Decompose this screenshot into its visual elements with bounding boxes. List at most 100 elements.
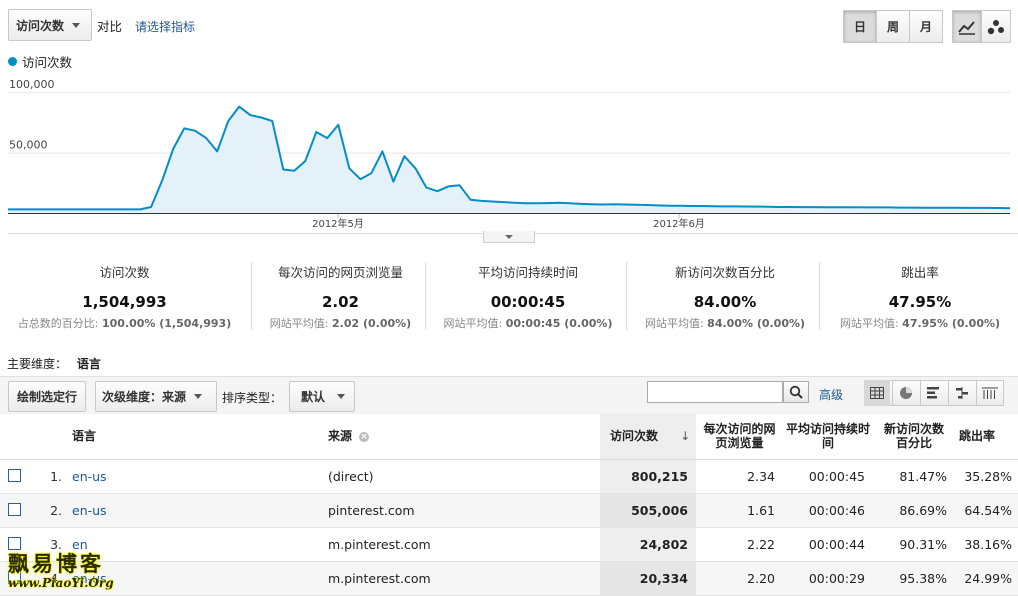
visits-area-chart: 100,000 50,000 2012年5月 2012年6月	[8, 78, 1018, 234]
plot-rows-label: 绘制选定行	[16, 390, 77, 404]
row-source: pinterest.com	[326, 493, 600, 528]
bar-chart-icon	[926, 387, 939, 399]
row-bounce-rate: 64.54%	[955, 493, 1018, 528]
metric-sub-prefix: 网站平均值:	[839, 317, 899, 330]
x-tick-label: 2012年6月	[653, 217, 705, 230]
metric-2: 平均访问持续时间 00:00:45 网站平均值: 00:00:45 (0.00%)	[428, 258, 628, 334]
metric-sub-value: 100.00% (1,504,993)	[101, 317, 232, 330]
row-avg-duration: 00:00:45	[783, 459, 873, 494]
compare-view-button[interactable]	[948, 380, 974, 406]
row-source: m.pinterest.com	[326, 527, 600, 562]
pie-chart-icon	[899, 387, 912, 399]
header-source-label: 来源	[328, 429, 353, 443]
row-avg-duration: 00:00:44	[783, 527, 873, 562]
row-language-link[interactable]: en-us	[72, 469, 107, 484]
row-new-visits: 90.31%	[873, 527, 955, 562]
header-pages-per-visit[interactable]: 每次访问的网页浏览量	[696, 413, 783, 460]
remove-dimension-icon[interactable]: ×	[359, 431, 370, 442]
metric-divider	[819, 262, 820, 330]
pivot-view-button[interactable]	[976, 380, 1002, 406]
chevron-down-icon	[505, 234, 513, 239]
pie-view-button[interactable]	[892, 380, 918, 406]
header-visits-label: 访问次数	[610, 429, 659, 443]
search-button[interactable]	[783, 381, 809, 403]
advanced-filter-link[interactable]: 高级	[819, 386, 843, 403]
metric-divider	[425, 262, 426, 330]
metric-divider	[251, 262, 252, 330]
metric-sub-value: 2.02 (0.00%)	[332, 317, 412, 330]
table-row: 2. en-us pinterest.com 505,006 1.61 00:00:46 8…	[0, 493, 1018, 528]
table-row: 3. en m.pinterest.com 24,802 2.22 00:00:44 90.…	[0, 527, 1018, 562]
metric-0: 访问次数 1,504,993 占总数的百分比: 100.00% (1,504,993…	[0, 258, 249, 334]
y-tick-label: 100,000	[9, 78, 55, 91]
row-checkbox[interactable]	[8, 502, 21, 516]
y-tick-label: 50,000	[9, 139, 48, 152]
sort-type-value: 默认	[301, 390, 326, 404]
row-pages-per-visit: 2.34	[696, 459, 783, 494]
primary-dimension: 主要维度： 语言	[7, 355, 101, 372]
header-language[interactable]: 语言	[70, 413, 326, 460]
plot-rows-button[interactable]: 绘制选定行	[8, 381, 86, 412]
data-table: 语言 来源 × 访问次数 ↓ 每次访问的网页浏览量 平均访问持续时间 新访问次数…	[0, 413, 1018, 596]
chevron-down-icon	[337, 394, 346, 399]
table-search-input[interactable]	[647, 381, 783, 403]
header-visits[interactable]: 访问次数 ↓	[600, 413, 696, 460]
table-header-row: 语言 来源 × 访问次数 ↓ 每次访问的网页浏览量 平均访问持续时间 新访问次数…	[0, 413, 1018, 460]
metric-sub: 网站平均值: 00:00:45 (0.00%)	[428, 315, 628, 331]
metric-value: 1,504,993	[82, 293, 167, 311]
row-source: m.pinterest.com	[326, 561, 600, 596]
row-bounce-rate: 38.16%	[955, 527, 1018, 562]
row-new-visits: 86.69%	[873, 493, 955, 528]
table-view-button[interactable]	[864, 380, 890, 406]
watermark-url: www.PiaoYi.Org	[8, 576, 114, 590]
metric-sub-prefix: 网站平均值:	[443, 317, 503, 330]
header-bounce-rate[interactable]: 跳出率	[955, 413, 1018, 460]
row-index: 1.	[30, 459, 70, 494]
metric-sub: 网站平均值: 2.02 (0.00%)	[254, 315, 427, 331]
metric-label: 访问次数	[99, 265, 150, 280]
header-new-visits[interactable]: 新访问次数百分比	[873, 413, 955, 460]
search-icon	[789, 385, 803, 399]
row-index: 2.	[30, 493, 70, 528]
header-avg-duration[interactable]: 平均访问持续时间	[783, 413, 873, 460]
secondary-dimension-select[interactable]: 次级维度：来源	[95, 381, 217, 412]
metric-sub: 占总数的百分比: 100.00% (1,504,993)	[0, 315, 249, 331]
metric-value: 47.95%	[888, 293, 952, 311]
sort-desc-arrow-icon: ↓	[680, 429, 691, 443]
metric-label: 跳出率	[901, 265, 939, 280]
metric-sub-value: 84.00% (0.00%)	[707, 317, 806, 330]
metric-label: 平均访问持续时间	[477, 265, 578, 280]
metric-sub: 网站平均值: 47.95% (0.00%)	[822, 315, 1018, 331]
chevron-down-icon	[194, 394, 203, 399]
metric-sub-value: 47.95% (0.00%)	[902, 317, 1001, 330]
metric-sub-value: 00:00:45 (0.00%)	[505, 317, 613, 330]
sort-type-select[interactable]: 默认	[289, 381, 355, 412]
metric-3: 新访问次数百分比 84.00% 网站平均值: 84.00% (0.00%)	[629, 258, 821, 334]
row-pages-per-visit: 2.22	[696, 527, 783, 562]
header-source[interactable]: 来源 ×	[326, 413, 600, 460]
row-visits: 505,006	[600, 493, 696, 528]
pivot-table-icon	[981, 387, 998, 399]
primary-dimension-label: 主要维度：	[7, 357, 68, 371]
chart-collapse-handle[interactable]	[483, 231, 535, 243]
row-pages-per-visit: 1.61	[696, 493, 783, 528]
metric-1: 每次访问的网页浏览量 2.02 网站平均值: 2.02 (0.00%)	[254, 258, 427, 334]
primary-dimension-value: 语言	[76, 357, 101, 371]
row-bounce-rate: 24.99%	[955, 561, 1018, 596]
metric-sub: 网站平均值: 84.00% (0.00%)	[629, 315, 821, 331]
row-new-visits: 81.47%	[873, 459, 955, 494]
watermark: 飘易博客 www.PiaoYi.Org	[8, 548, 138, 593]
row-source: (direct)	[326, 459, 600, 494]
sort-type-label: 排序类型：	[222, 391, 283, 405]
row-visits: 24,802	[600, 527, 696, 562]
row-checkbox[interactable]	[8, 468, 21, 482]
row-language-link[interactable]: en-us	[72, 503, 107, 518]
row-new-visits: 95.38%	[873, 561, 955, 596]
metric-value: 00:00:45	[490, 293, 566, 311]
bar-view-button[interactable]	[920, 380, 946, 406]
x-tick-label: 2012年5月	[312, 217, 364, 230]
metric-sub-prefix: 网站平均值:	[269, 317, 329, 330]
comparison-icon	[955, 387, 968, 399]
row-avg-duration: 00:00:46	[783, 493, 873, 528]
metric-sub-prefix: 网站平均值:	[644, 317, 704, 330]
